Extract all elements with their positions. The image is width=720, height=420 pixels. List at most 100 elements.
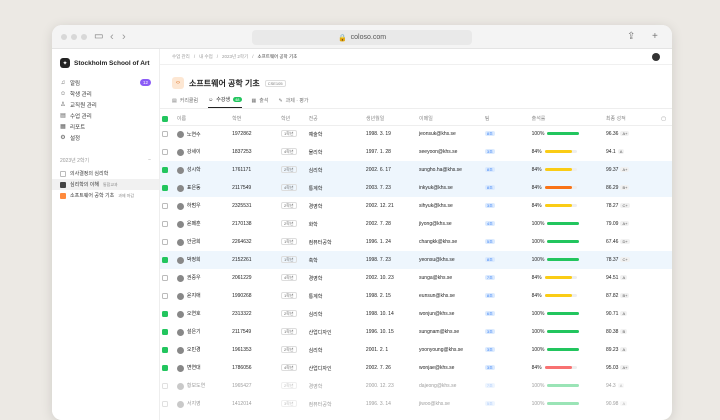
new-tab-icon[interactable]: +: [652, 30, 658, 44]
column-header[interactable]: 이름: [174, 113, 231, 126]
table-row[interactable]: 하범우 2325531 2학년 경영학 2002. 12. 21 sihyuk@khs.s…: [160, 197, 672, 215]
sidebar-item[interactable]: ☺ 학생 관리: [52, 88, 159, 99]
row-checkbox[interactable]: [162, 382, 168, 389]
sidebar-item[interactable]: ♫ 알림 12: [52, 77, 159, 88]
table-row[interactable]: 박정희 2152261 1학년 축학 1998. 7. 23 yeonsu@khs.se 8…: [160, 251, 672, 269]
table-row[interactable]: 안금희 2264632 1학년 컴퓨터공학 1996. 1. 24 changkk@khs…: [160, 233, 672, 251]
email[interactable]: yeonsu@khs.se: [417, 251, 483, 269]
table-row[interactable]: 오연호 2313322 2학년 심리학 1998. 10. 14 wonjun@khs.s…: [160, 305, 672, 323]
sidebar-item[interactable]: ♙ 교직원 관리: [52, 99, 159, 110]
breadcrumb-item[interactable]: 소프트웨어 공학 기초: [257, 54, 297, 60]
row-checkbox[interactable]: [162, 148, 168, 155]
row-checkbox[interactable]: [162, 220, 168, 227]
column-header[interactable]: 이메일: [417, 113, 483, 126]
row-checkbox-cell[interactable]: [160, 287, 175, 305]
address-bar[interactable]: 🔒 coloso.com: [252, 30, 472, 45]
course-item[interactable]: 심리학의 이해 통합교과: [52, 179, 159, 190]
column-header[interactable]: 학년: [278, 113, 307, 126]
row-checkbox[interactable]: [162, 310, 168, 317]
row-checkbox-cell[interactable]: [160, 251, 175, 269]
email[interactable]: jiyong@khs.se: [417, 215, 483, 233]
column-header[interactable]: 최종 성적: [603, 113, 660, 126]
select-all-checkbox[interactable]: [162, 115, 168, 122]
row-checkbox-cell[interactable]: [160, 341, 175, 359]
column-header[interactable]: 생년월일: [363, 113, 418, 126]
column-header[interactable]: 전공: [306, 113, 364, 126]
email[interactable]: jiwoo@khs.se: [417, 395, 483, 413]
row-checkbox-cell[interactable]: [160, 377, 175, 395]
column-header[interactable]: 팀: [482, 113, 530, 126]
row-checkbox[interactable]: [162, 292, 168, 299]
column-settings-icon[interactable]: ▢: [659, 113, 672, 126]
row-checkbox[interactable]: [162, 184, 168, 191]
table-row[interactable]: 강세이 1837253 4학년 물리학 1997. 1. 28 seeyoon@khs.s…: [160, 143, 672, 161]
sidebar-toggle-icon[interactable]: ▭: [94, 30, 103, 44]
row-checkbox-cell[interactable]: [160, 215, 175, 233]
back-icon[interactable]: ‹: [110, 30, 114, 44]
table-row[interactable]: 서지영 1412014 3학년 컴퓨터공학 1996. 3. 14 jiwoo@khs.s…: [160, 395, 672, 413]
select-all-cell[interactable]: [160, 113, 175, 126]
row-checkbox-cell[interactable]: [160, 125, 175, 143]
email[interactable]: seeyoon@khs.se: [417, 143, 483, 161]
email[interactable]: eunsun@khs.se: [417, 287, 483, 305]
column-header[interactable]: 출석률: [529, 113, 604, 126]
row-checkbox-cell[interactable]: [160, 323, 175, 341]
table-row[interactable]: 노연수 1972862 1학년 예술학 1998. 3. 19 jeonsuk@khs.s…: [160, 125, 672, 143]
table-row[interactable]: 윤페훈 2170138 2학년 화학 2002. 7. 28 jiyong@khs.se 4…: [160, 215, 672, 233]
share-icon[interactable]: ⇪: [627, 30, 635, 44]
row-checkbox[interactable]: [162, 256, 168, 263]
breadcrumb-item[interactable]: 수업 관리: [172, 54, 190, 60]
table-row[interactable]: 표은동 2117549 4학년 통계학 2003. 7. 23 inkyuk@khs.se…: [160, 179, 672, 197]
email[interactable]: sungnam@khs.se: [417, 323, 483, 341]
table-row[interactable]: 변연대 1786056 4학년 산업디자인 2002. 7. 26 wonjae@khs.…: [160, 359, 672, 377]
sidebar-item[interactable]: ⚙ 설정: [52, 132, 159, 143]
column-header[interactable]: 학번: [230, 113, 279, 126]
table-row[interactable]: 오민경 1961353 2학년 심리학 2001. 2. 1 yoonyoung@khs.…: [160, 341, 672, 359]
row-checkbox[interactable]: [162, 346, 168, 353]
row-checkbox[interactable]: [162, 400, 168, 407]
email[interactable]: sungho.ha@khs.se: [417, 161, 483, 179]
tab[interactable]: ▦ 출석: [252, 97, 269, 108]
email[interactable]: wonjae@khs.se: [417, 359, 483, 377]
email[interactable]: wonjun@khs.se: [417, 305, 483, 323]
row-checkbox-cell[interactable]: [160, 179, 175, 197]
avatar[interactable]: [652, 53, 660, 61]
tab[interactable]: ☺ 수강생 48: [208, 96, 242, 108]
email[interactable]: jeonsuk@khs.se: [417, 125, 483, 143]
course-item[interactable]: 의사결정의 심리학: [52, 168, 159, 179]
row-checkbox[interactable]: [162, 364, 168, 371]
breadcrumb-item[interactable]: 내 수업: [199, 54, 213, 60]
email[interactable]: yoonyoung@khs.se: [417, 341, 483, 359]
row-checkbox-cell[interactable]: [160, 161, 175, 179]
tab[interactable]: ▤ 커리큘럼: [172, 97, 198, 108]
row-checkbox[interactable]: [162, 328, 168, 335]
course-item[interactable]: 소프트웨어 공학 기초 과제 마감: [52, 190, 159, 201]
row-checkbox-cell[interactable]: [160, 359, 175, 377]
row-checkbox[interactable]: [162, 238, 168, 245]
email[interactable]: sihyuk@khs.se: [417, 197, 483, 215]
row-checkbox-cell[interactable]: [160, 305, 175, 323]
row-checkbox-cell[interactable]: [160, 233, 175, 251]
row-checkbox[interactable]: [162, 202, 168, 209]
window-dot[interactable]: [61, 34, 67, 40]
forward-icon[interactable]: ›: [122, 30, 126, 44]
row-checkbox[interactable]: [162, 131, 168, 138]
table-row[interactable]: 설은기 2117549 1학년 산업디자인 1996. 10. 15 sungnam@kh…: [160, 323, 672, 341]
row-checkbox-cell[interactable]: [160, 197, 175, 215]
row-checkbox-cell[interactable]: [160, 269, 175, 287]
window-dot[interactable]: [81, 34, 87, 40]
email[interactable]: sunga@khs.se: [417, 269, 483, 287]
row-checkbox[interactable]: [162, 274, 168, 281]
email[interactable]: inkyuk@khs.se: [417, 179, 483, 197]
email[interactable]: changkk@khs.se: [417, 233, 483, 251]
table-row[interactable]: 성시학 1761171 2학년 심리학 2002. 6. 17 sungho.ha@khs…: [160, 161, 672, 179]
table-row[interactable]: 황보도연 1965427 2학년 경영학 2000. 12. 23 dajeong@khs…: [160, 377, 672, 395]
tab[interactable]: ✎ 과제 · 평가: [278, 97, 308, 108]
email[interactable]: dajeong@khs.se: [417, 377, 483, 395]
table-row[interactable]: 윤지애 1990268 1학년 통계학 1998. 2. 15 eunsun@khs.se…: [160, 287, 672, 305]
minus-icon[interactable]: −: [148, 157, 151, 164]
sidebar-item[interactable]: ▦ 리포트: [52, 121, 159, 132]
sidebar-item[interactable]: ▤ 수업 관리: [52, 110, 159, 121]
row-checkbox[interactable]: [162, 166, 168, 173]
brand[interactable]: ✦ Stockholm School of Art: [52, 49, 159, 77]
